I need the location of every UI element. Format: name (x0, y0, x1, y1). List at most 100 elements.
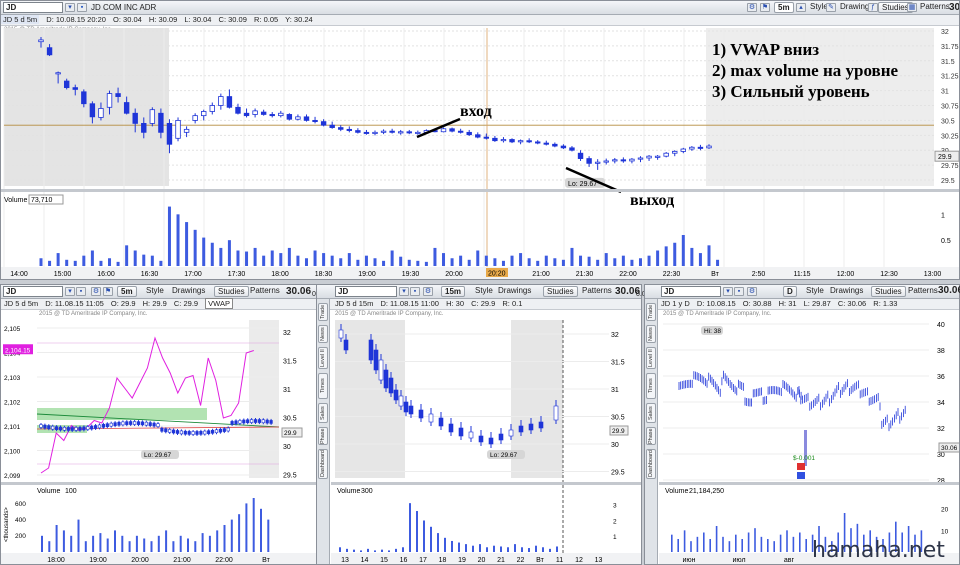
style-button[interactable]: Style (472, 286, 496, 297)
sidebar-tab-dashboard[interactable]: Dashboard (646, 449, 656, 479)
flag-icon[interactable]: ⚑ (760, 3, 770, 12)
time-tick-label: 11:15 (794, 271, 811, 278)
candle-body (148, 422, 152, 426)
volume-bar (125, 245, 129, 266)
panel2-info-bar: JD 5 d 15m D: 11.08.15 11:00 H: 30 C: 29… (317, 299, 641, 310)
sidebar-tab-phase[interactable]: Phase (646, 427, 656, 445)
volume-bar (451, 540, 453, 552)
sidebar-tab-level2[interactable]: Level II (318, 347, 328, 369)
sidebar-tab-dashboard[interactable]: Dashboard (318, 449, 328, 479)
volume-bar (92, 535, 95, 552)
period-button[interactable]: D (783, 286, 797, 297)
sidebar-tab-phase[interactable]: Phase (318, 427, 328, 445)
symbol-input[interactable]: JD (335, 286, 397, 297)
chevron-down-icon[interactable]: ▾ (65, 3, 75, 12)
flag-icon[interactable]: ⚑ (103, 287, 113, 296)
vwap-button[interactable]: VWAP (205, 298, 233, 309)
volume-bar (388, 550, 390, 552)
candle-body (113, 422, 117, 426)
studies-button[interactable]: Studies (214, 286, 249, 297)
link-icon[interactable]: ▪ (410, 287, 420, 296)
time-tick-label: 21:00 (532, 271, 550, 278)
info-close: C: 29.9 (173, 299, 199, 308)
sidebar-tab-trade[interactable]: Trade (318, 303, 328, 321)
gear-icon[interactable]: ⚙ (747, 3, 757, 12)
info-y: Y: 30.24 (285, 15, 313, 24)
panel1-price-chart[interactable]: 2,1052,1042,1032,1022,1012,1002,0993231.… (1, 310, 319, 565)
patterns-button[interactable]: Patterns (579, 286, 615, 297)
volume-bar (347, 253, 351, 266)
drawings-button[interactable]: Drawings (827, 286, 866, 297)
entry-label: вход (460, 103, 492, 120)
sidebar-tab-times[interactable]: Times (646, 373, 656, 399)
right-tick-label: 38 (937, 348, 945, 355)
style-button[interactable]: Style (803, 286, 827, 297)
sidebar-tab-news[interactable]: News (318, 325, 328, 343)
patterns-button[interactable]: Patterns (917, 2, 953, 13)
link-icon[interactable]: ▪ (77, 3, 87, 12)
sidebar-tab-times[interactable]: Times (318, 373, 328, 399)
volume-bar (253, 247, 257, 266)
sidebar-tab-sales[interactable]: Sales (646, 403, 656, 423)
symbol-input[interactable]: JD (3, 2, 63, 13)
symbol-input[interactable]: JD (661, 286, 721, 297)
candle-body (508, 429, 514, 437)
time-tick-label: 17:30 (228, 271, 246, 278)
studies-button[interactable]: Studies (871, 286, 906, 297)
info-label: JD 1 y D (661, 299, 690, 308)
link-icon[interactable]: ▪ (734, 287, 744, 296)
period-button[interactable]: 15m (441, 286, 466, 297)
volume-bar (373, 258, 377, 266)
style-button[interactable]: Style (143, 286, 167, 297)
candle-body (448, 423, 454, 433)
period-button[interactable]: 5m (117, 286, 137, 297)
y-tick-label: 30.25 (941, 133, 959, 140)
chevron-down-icon[interactable]: ▾ (399, 287, 409, 296)
volume-bar (194, 541, 197, 552)
candle-body (706, 145, 712, 149)
volume-tick: 3 (613, 503, 617, 510)
studies-icon: ƒ (868, 3, 878, 12)
panel2-price-chart[interactable]: 3231.53130.53029.5Lo: 29.6729.9Volume 300… (331, 310, 641, 565)
chevron-down-icon[interactable]: ▾ (65, 287, 75, 296)
sidebar-tab-news[interactable]: News (646, 325, 656, 343)
sidebar-tab-sales[interactable]: Sales (318, 403, 328, 423)
volume-bar (84, 541, 87, 552)
gear-icon[interactable]: ⚙ (91, 287, 101, 296)
candle-body (654, 155, 661, 158)
sidebar-tab-trade[interactable]: Trade (646, 303, 656, 321)
low-label: Lo: 29.67 (144, 452, 171, 459)
volume-bar (696, 536, 699, 552)
volume-bar (135, 535, 138, 552)
link-icon[interactable]: ▪ (76, 287, 86, 296)
patterns-button[interactable]: Patterns (905, 286, 941, 297)
drawings-button[interactable]: Drawings (169, 286, 208, 297)
chevron-down-icon[interactable]: ▾ (723, 287, 733, 296)
studies-button[interactable]: Studies (543, 286, 578, 297)
symbol-input[interactable]: JD (3, 286, 63, 297)
candle-body (246, 419, 250, 424)
patterns-button[interactable]: Patterns (247, 286, 283, 297)
candle-body (98, 108, 104, 118)
candle-body (160, 427, 164, 432)
time-tick-label: 11 (556, 557, 563, 564)
time-tick-label: 12 (575, 557, 583, 564)
sidebar-tab-level2[interactable]: Level II (646, 347, 656, 369)
main-chart-header: JD ▾ ▪ JD COM INC ADR ⚙ ⚑ 5m ▴ Style ✎ D… (1, 1, 959, 15)
candle-body (191, 431, 195, 435)
gear-icon[interactable]: ⚙ (423, 287, 433, 296)
candle-body (594, 161, 601, 164)
volume-bar (613, 258, 617, 266)
drawings-button[interactable]: Drawings (495, 286, 534, 297)
gear-icon[interactable]: ⚙ (747, 287, 757, 296)
candle-body (408, 405, 414, 415)
candle-body (620, 159, 627, 162)
period-button[interactable]: 5m (774, 2, 794, 13)
volume-bar (296, 255, 300, 266)
panel3-price-chart[interactable]: 40383634323028Hi: 38$-0.00130.06Volume 21… (659, 310, 960, 565)
low-label: Lo: 29.67 (490, 452, 517, 459)
time-tick-label: 21:00 (173, 557, 191, 564)
volume-bar (360, 550, 362, 552)
earnings-icon (797, 463, 805, 470)
info-high: H: 31 (778, 299, 797, 308)
